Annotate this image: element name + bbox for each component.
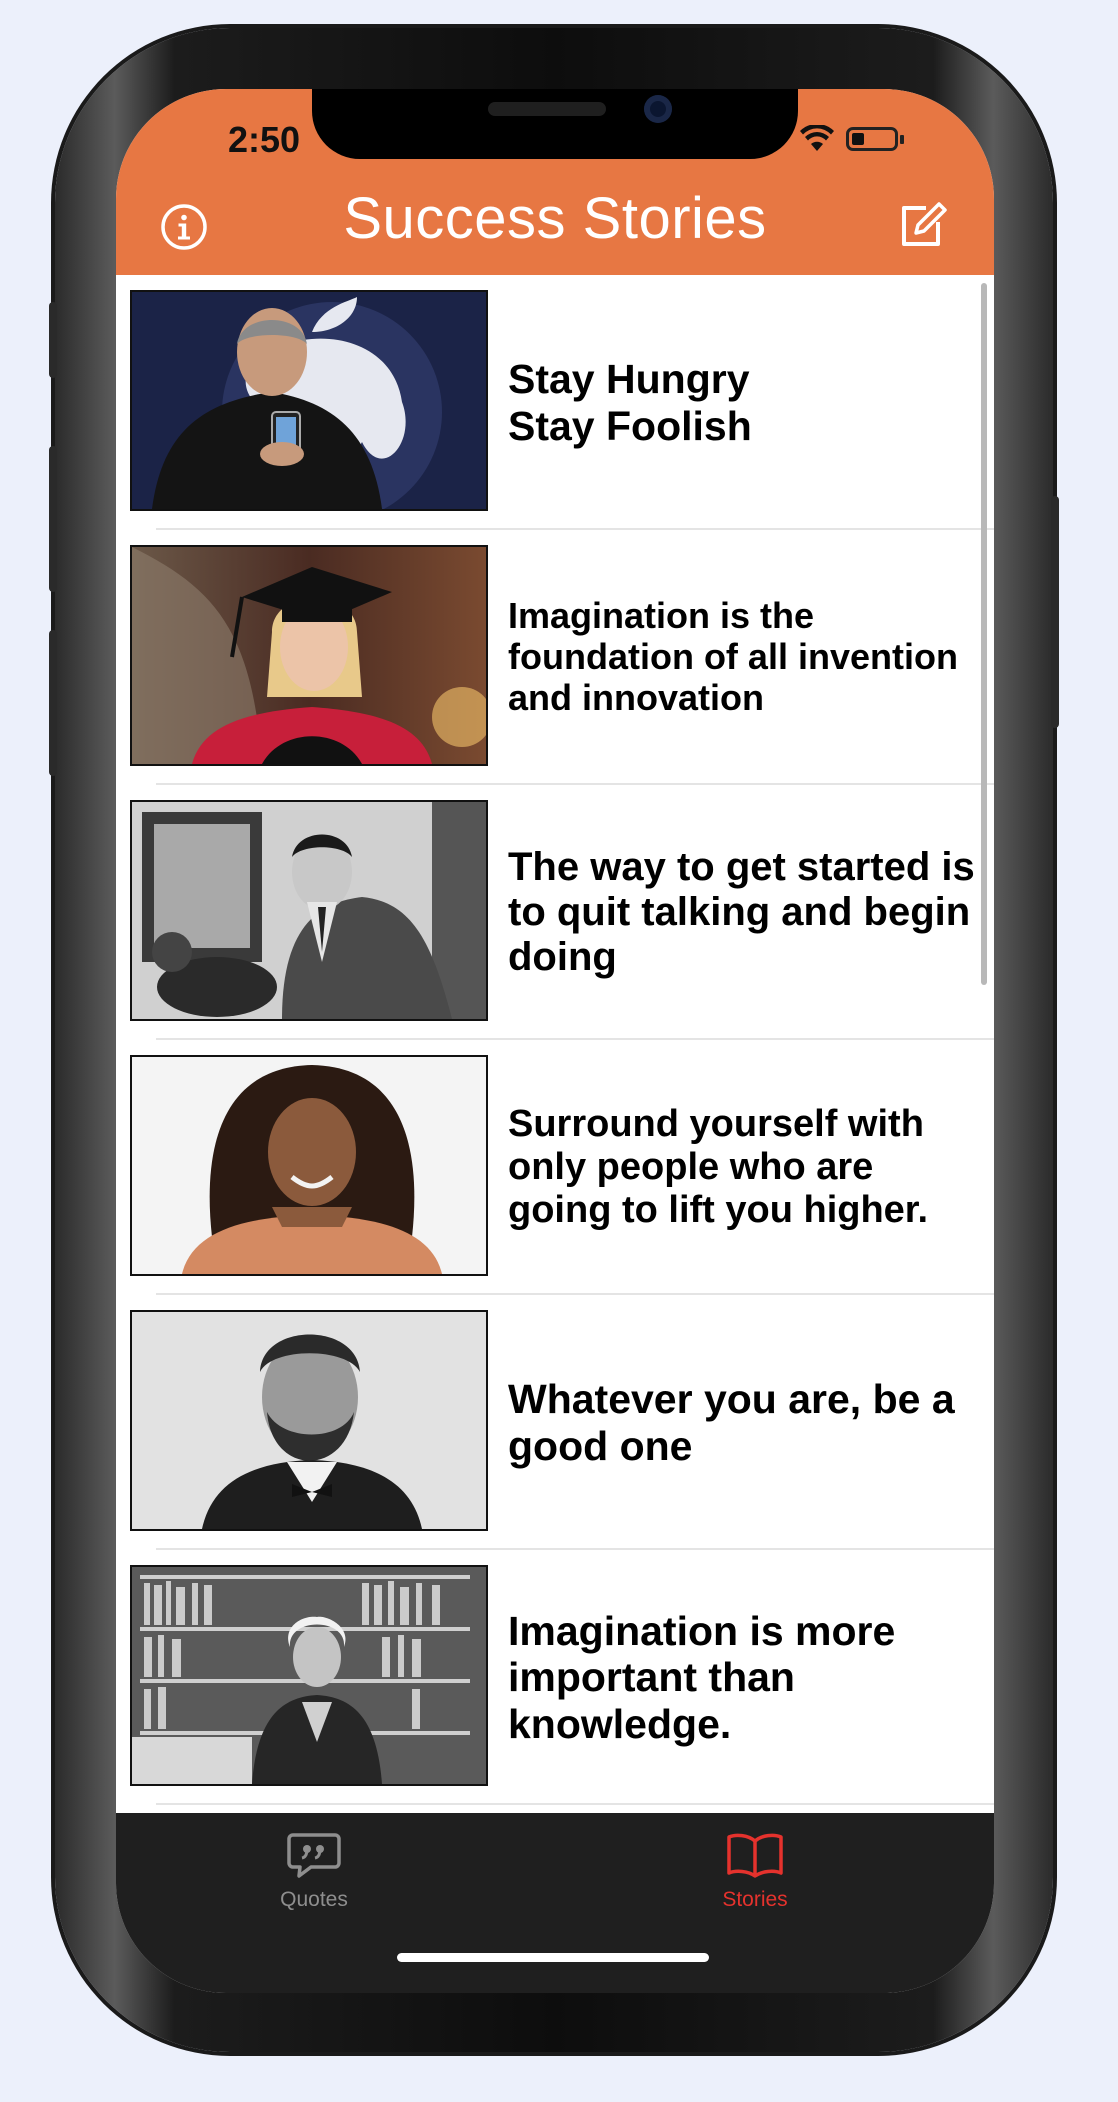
story-row[interactable]: Surround yourself with only people who a…: [116, 1040, 994, 1295]
story-photo: [130, 545, 488, 766]
speaker: [488, 102, 606, 116]
wifi-icon: [800, 125, 834, 151]
book-icon: [727, 1833, 783, 1878]
notch: [312, 89, 798, 159]
status-icons: [776, 125, 926, 157]
story-photo: [130, 1565, 488, 1786]
story-photo: [130, 1310, 488, 1531]
tab-quotes[interactable]: Quotes: [214, 1831, 414, 1912]
volume-up-button: [49, 446, 57, 592]
story-row[interactable]: The way to get started is to quit talkin…: [116, 785, 994, 1040]
compose-icon: [902, 202, 947, 246]
front-camera: [644, 95, 672, 123]
navigation-header: 2:50 Success Stories: [116, 89, 994, 275]
story-quote: Whatever you are, be a good one: [508, 1376, 955, 1469]
story-row[interactable]: Imagination is the foundation of all inv…: [116, 530, 994, 785]
power-button: [1051, 496, 1059, 728]
story-quote: Imagination is the foundation of all inv…: [508, 595, 958, 718]
story-quote: Surround yourself with only people who a…: [508, 1103, 929, 1231]
tab-label: Stories: [722, 1888, 788, 1911]
battery-cap: [900, 135, 904, 144]
scroll-indicator[interactable]: [981, 283, 987, 985]
story-row[interactable]: Stay Hungry Stay Foolish: [116, 275, 994, 530]
tab-bar: Quotes Stories: [116, 1813, 994, 1993]
quote-bubble-icon: [287, 1833, 341, 1878]
home-indicator[interactable]: [397, 1953, 709, 1962]
battery-icon: [846, 127, 898, 151]
page-title: Success Stories: [343, 186, 767, 251]
separator: [156, 1803, 994, 1805]
story-photo: [130, 290, 488, 511]
status-time: 2:50: [228, 119, 301, 160]
story-photo: [130, 1055, 488, 1276]
story-quote: The way to get started is to quit talkin…: [508, 844, 975, 980]
volume-down-button: [49, 630, 57, 776]
story-list[interactable]: Stay Hungry Stay Foolish Imagination is …: [116, 275, 994, 1813]
screen: 2:50 Success Stories Stay Hungry Stay Fo…: [116, 89, 994, 1993]
compose-button[interactable]: [896, 199, 948, 251]
story-row[interactable]: Imagination is more important than knowl…: [116, 1550, 994, 1805]
story-row[interactable]: Whatever you are, be a good one: [116, 1295, 994, 1550]
story-quote: Stay Hungry Stay Foolish: [508, 356, 752, 449]
tab-stories[interactable]: Stories: [655, 1831, 855, 1912]
story-photo: [130, 800, 488, 1021]
mute-switch: [49, 302, 57, 378]
tab-label: Quotes: [280, 1888, 348, 1911]
story-quote: Imagination is more important than knowl…: [508, 1608, 896, 1747]
